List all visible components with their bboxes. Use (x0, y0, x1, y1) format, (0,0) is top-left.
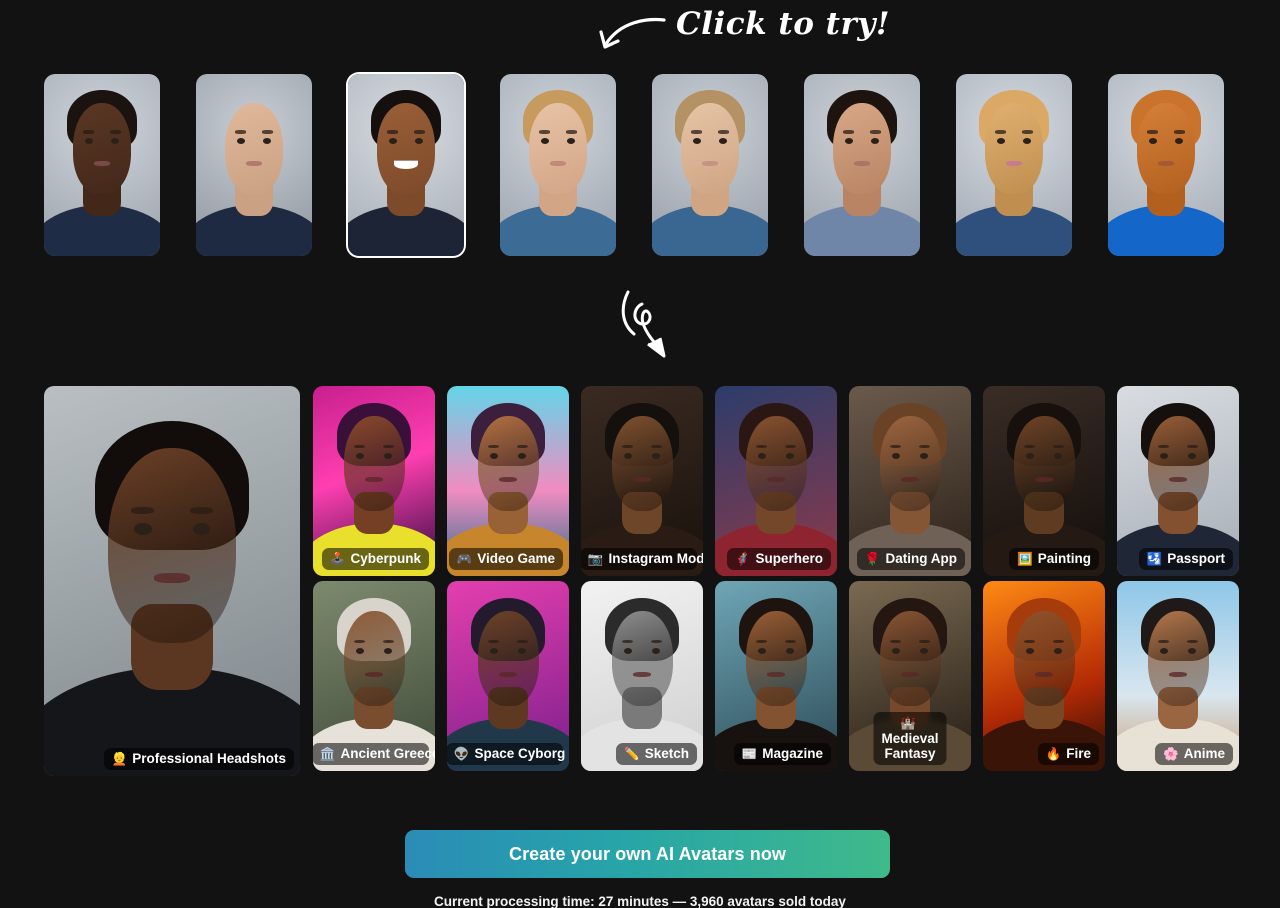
style-label-text: Cyberpunk (350, 551, 421, 567)
style-superhero[interactable]: 🦸 Superhero (715, 386, 837, 576)
style-label-text: Ancient Greece (340, 746, 435, 762)
style-preview-image (44, 386, 300, 776)
thumbnail-man-blond-navy-tee[interactable] (196, 74, 312, 256)
style-emoji-icon: 🖼️ (1017, 551, 1033, 566)
style-emoji-icon: 📷 (587, 551, 604, 566)
style-label: 👽 Space Cyborg (447, 743, 566, 765)
style-label: 🌸 Anime (1155, 743, 1233, 765)
thumbnail-portrait (348, 74, 464, 256)
curved-arrow-left-down-icon (599, 17, 666, 49)
thumbnail-golden-retriever-dog[interactable] (956, 74, 1072, 256)
style-label: 🌹 Dating App (856, 548, 965, 570)
style-label: 📰 Magazine (733, 743, 831, 765)
style-fire[interactable]: 🔥 Fire (983, 581, 1105, 771)
style-label-text: Medieval Fantasy (881, 730, 939, 762)
style-emoji-icon: 🏛️ (319, 746, 336, 761)
style-label: 🕹️ Cyberpunk (321, 548, 429, 570)
style-emoji-icon: 🕹️ (329, 551, 346, 566)
style-instagram-model[interactable]: 📷 Instagram Model (581, 386, 703, 576)
style-space-cyborg[interactable]: 👽 Space Cyborg (447, 581, 569, 771)
style-magazine[interactable]: 📰 Magazine (715, 581, 837, 771)
thumbnail-man-dark-skin-navy-tee[interactable] (44, 74, 160, 256)
style-medieval-fantasy[interactable]: 🏰Medieval Fantasy (849, 581, 971, 771)
thumbnail-portrait (956, 74, 1072, 256)
style-label-text: Passport (1167, 551, 1225, 567)
style-label: 🖼️ Painting (1009, 548, 1099, 570)
style-painting[interactable]: 🖼️ Painting (983, 386, 1105, 576)
style-sketch[interactable]: ✏️ Sketch (581, 581, 703, 771)
style-passport[interactable]: 🛂 Passport (1117, 386, 1239, 576)
thumbnail-woman-afro-smiling-navy[interactable] (348, 74, 464, 256)
style-label: 🏰Medieval Fantasy (873, 712, 947, 765)
thumbnail-portrait (500, 74, 616, 256)
style-label-text: Painting (1037, 551, 1091, 567)
thumbnail-portrait (196, 74, 312, 256)
style-professional-headshots[interactable]: 👱 Professional Headshots (44, 386, 300, 776)
thumbnail-woman-asian-blue-tee[interactable] (652, 74, 768, 256)
style-label-text: Superhero (755, 551, 823, 567)
style-label-text: Professional Headshots (132, 751, 286, 767)
face-thumbnail-strip (44, 74, 1238, 256)
style-anime[interactable]: 🌸 Anime (1117, 581, 1239, 771)
style-label-text: Dating App (885, 551, 958, 567)
style-label: 🔥 Fire (1037, 743, 1099, 765)
style-ancient-greece[interactable]: 🏛️ Ancient Greece (313, 581, 435, 771)
style-emoji-icon: 🌸 (1163, 746, 1179, 761)
style-emoji-icon: 🌹 (864, 551, 881, 566)
style-emoji-icon: 🔥 (1045, 746, 1062, 761)
style-label: 🛂 Passport (1138, 548, 1233, 570)
style-dating-app[interactable]: 🌹 Dating App (849, 386, 971, 576)
thumbnail-portrait (652, 74, 768, 256)
style-label-text: Instagram Model (608, 551, 703, 567)
thumbnail-portrait (44, 74, 160, 256)
style-emoji-icon: 🦸 (734, 551, 751, 566)
sticky-footer: Create your own AI Avatars now Current p… (0, 794, 1280, 908)
style-emoji-icon: ✏️ (624, 746, 640, 761)
style-label-text: Video Game (477, 551, 555, 567)
style-cyberpunk[interactable]: 🕹️ Cyberpunk (313, 386, 435, 576)
style-label: 🎮 Video Game (448, 548, 563, 570)
style-label: 👱 Professional Headshots (103, 748, 294, 770)
style-emoji-icon: 🏰 (900, 716, 916, 731)
avatar-landing-page: Click to try! 👱 Professional Headshots 🕹️ C… (0, 0, 1280, 908)
style-emoji-icon: 👱 (111, 751, 128, 766)
style-label: 📷 Instagram Model (581, 548, 703, 570)
style-label-text: Fire (1066, 746, 1091, 762)
style-emoji-icon: 📰 (741, 746, 758, 761)
style-label-text: Magazine (762, 746, 823, 762)
thumbnail-orange-tabby-cat[interactable] (1108, 74, 1224, 256)
style-label: ✏️ Sketch (616, 743, 697, 765)
style-emoji-icon: 👽 (453, 746, 470, 761)
style-label-text: Anime (1183, 746, 1225, 762)
thumbnail-woman-blonde-blue-tee[interactable] (500, 74, 616, 256)
create-avatars-button[interactable]: Create your own AI Avatars now (405, 830, 890, 878)
style-emoji-icon: 🛂 (1146, 551, 1163, 566)
style-label: 🦸 Superhero (726, 548, 831, 570)
style-label-text: Space Cyborg (474, 746, 566, 762)
click-to-try-hint: Click to try! (0, 0, 1280, 64)
click-to-try-text: Click to try! (676, 6, 890, 42)
style-video-game[interactable]: 🎮 Video Game (447, 386, 569, 576)
thumbnail-portrait (1108, 74, 1224, 256)
style-emoji-icon: 🎮 (456, 551, 473, 566)
processing-time-note: Current processing time: 27 minutes — 3,… (434, 894, 846, 908)
thumbnail-couple-split-portrait[interactable] (804, 74, 920, 256)
curly-arrow-down-icon (621, 290, 666, 358)
style-label-text: Sketch (644, 746, 689, 762)
thumbnail-portrait (804, 74, 920, 256)
style-label: 🏛️ Ancient Greece (313, 743, 435, 765)
style-gallery: 👱 Professional Headshots 🕹️ Cyberpunk 🎮 Video… (44, 386, 1239, 826)
